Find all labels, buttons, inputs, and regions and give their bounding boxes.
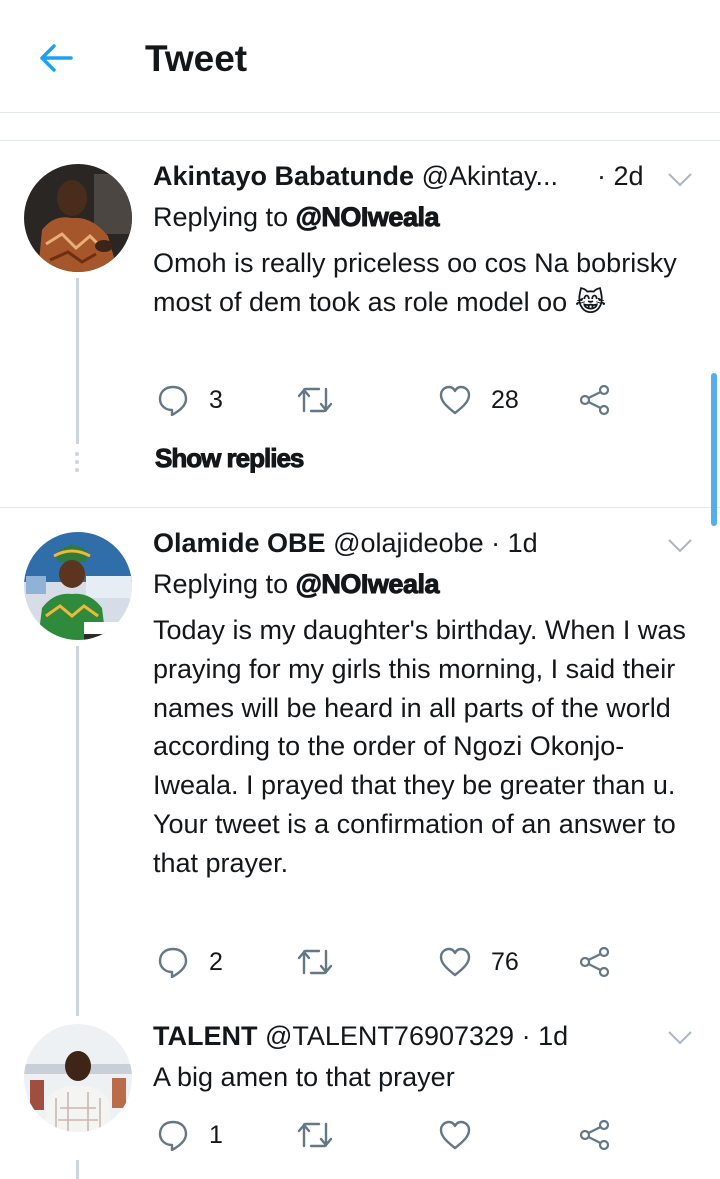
author-name[interactable]: TALENT xyxy=(153,1021,257,1051)
share-icon xyxy=(579,1119,610,1151)
chevron-down-icon[interactable] xyxy=(667,1030,693,1046)
tweet-time[interactable]: · 1d xyxy=(522,1021,569,1051)
thread-line xyxy=(76,1160,79,1179)
action-bar: 1 xyxy=(0,1115,720,1155)
tweet-text: A big amen to that prayer xyxy=(153,1062,455,1092)
tweet-header: TALENT @TALENT76907329 · 1d xyxy=(153,1021,568,1052)
heart-icon xyxy=(439,1120,471,1150)
reply-button[interactable]: 1 xyxy=(157,1115,223,1155)
share-button[interactable] xyxy=(579,1115,611,1155)
author-handle[interactable]: @TALENT76907329 xyxy=(265,1021,514,1051)
tweet-talent[interactable]: TALENT @TALENT76907329 · 1d A big amen t… xyxy=(0,0,720,1179)
speech-bubble-icon xyxy=(158,1120,188,1151)
retweet-icon xyxy=(297,1122,333,1148)
retweet-button[interactable] xyxy=(297,1115,353,1155)
reply-count: 1 xyxy=(209,1120,223,1149)
scrollbar[interactable] xyxy=(711,373,717,526)
like-button[interactable] xyxy=(439,1115,491,1155)
